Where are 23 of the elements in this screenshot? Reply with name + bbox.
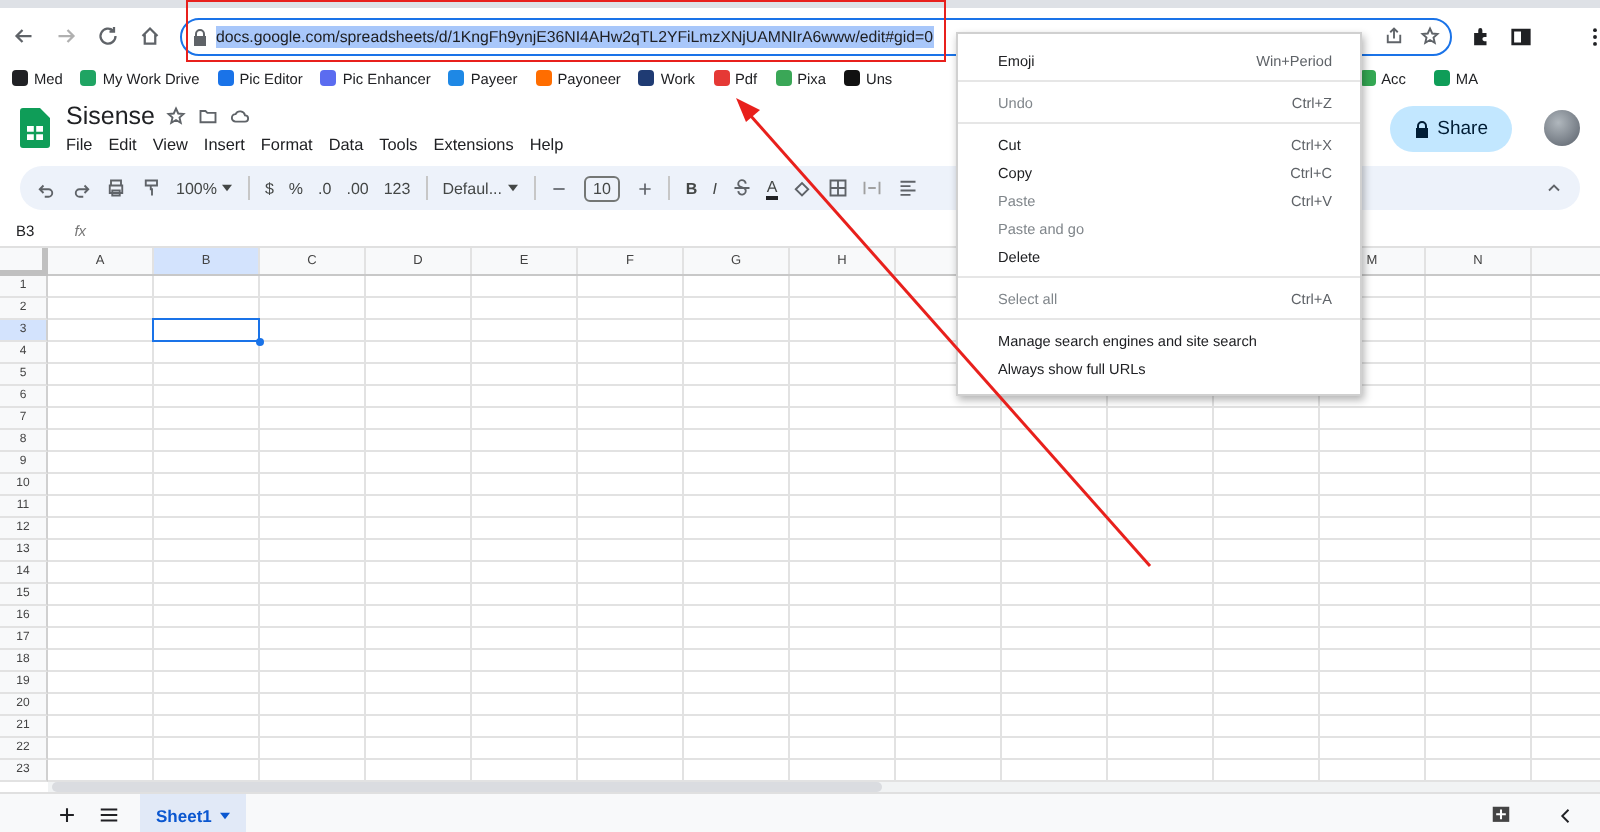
share-button[interactable]: Share <box>1389 105 1512 151</box>
menu-item[interactable]: Tools <box>379 136 418 154</box>
number-format-button[interactable]: 123 <box>383 179 411 197</box>
menu-item[interactable]: View <box>152 136 188 154</box>
font-size-field[interactable]: 10 <box>583 175 621 201</box>
menu-item[interactable]: Data <box>328 136 364 154</box>
zoom-dropdown[interactable]: 100% <box>176 179 233 197</box>
currency-format-button[interactable]: $ <box>264 179 274 197</box>
menu-item[interactable]: Extensions <box>433 136 514 154</box>
menu-item[interactable]: Insert <box>203 136 245 154</box>
italic-button[interactable]: I <box>712 179 717 197</box>
bold-button[interactable]: B <box>685 179 698 197</box>
menu-item[interactable]: Edit <box>108 136 137 154</box>
text-color-button[interactable]: A <box>766 177 778 199</box>
font-dropdown[interactable]: Defaul... <box>442 179 518 197</box>
decrease-decimals-button[interactable]: .0 <box>318 179 332 197</box>
sheet-tab[interactable]: Sheet1 <box>140 794 246 832</box>
menu-item[interactable]: File <box>66 136 93 154</box>
increase-decimals-button[interactable]: .00 <box>346 179 369 197</box>
menu-item[interactable]: Format <box>260 136 313 154</box>
percent-format-button[interactable]: % <box>288 179 304 197</box>
menu-item[interactable]: Help <box>529 136 564 154</box>
document-title[interactable]: Sisense <box>66 102 155 130</box>
